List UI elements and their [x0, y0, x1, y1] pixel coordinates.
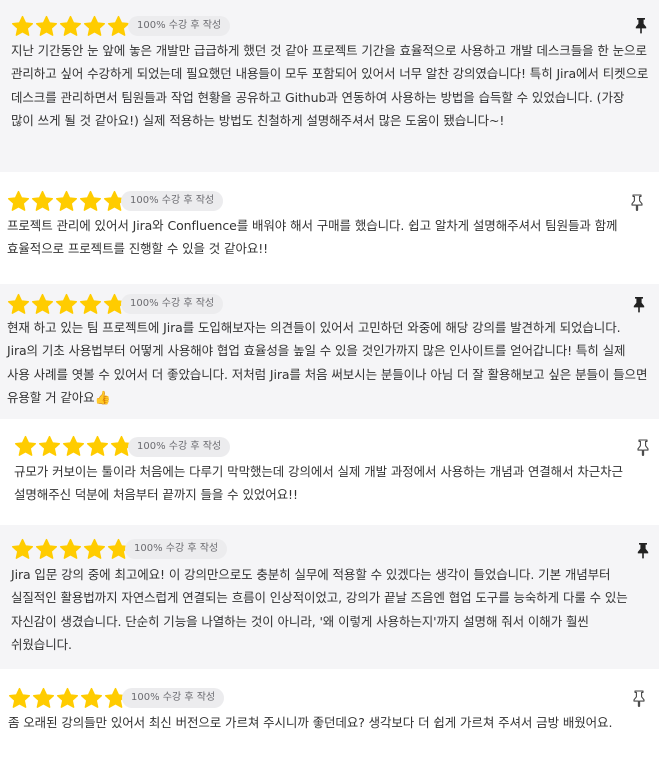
review-text: 프로젝트 관리에 있어서 Jira와 Confluence를 배워야 해서 구매…	[7, 218, 618, 257]
star-icon	[83, 538, 106, 561]
star-icon	[35, 538, 58, 561]
star-icon	[86, 435, 109, 458]
star-icon	[80, 687, 103, 710]
star-icon	[32, 687, 55, 710]
review-text: 지난 기간동안 눈 앞에 놓은 개발만 급급하게 했던 것 같아 프로젝트 기간…	[11, 43, 649, 129]
review-card: 100% 수강 후 작성 지난 기간동안 눈 앞에 놓은 개발만 급급하게 했던…	[0, 0, 659, 172]
star-icon	[31, 293, 54, 316]
status-badge: 100% 수강 후 작성	[128, 437, 231, 457]
review-header: 100% 수강 후 작성	[0, 178, 659, 212]
star-icon	[62, 435, 85, 458]
review-header: 100% 수강 후 작성	[0, 425, 659, 458]
star-icon	[56, 687, 79, 710]
star-icon	[7, 190, 30, 213]
status-badge: 100% 수강 후 작성	[122, 688, 225, 708]
review-header: 100% 수강 후 작성	[0, 525, 659, 559]
star-icon	[11, 15, 34, 38]
star-icon	[11, 538, 34, 561]
status-badge: 100% 수강 후 작성	[125, 539, 228, 559]
star-icon	[55, 293, 78, 316]
star-icon	[7, 293, 30, 316]
star-icon	[38, 435, 61, 458]
review-text: 현재 하고 있는 팀 프로젝트에 Jira를 도입해보자는 의견들이 있어서 고…	[7, 316, 652, 411]
star-icon	[31, 190, 54, 213]
star-rating	[7, 293, 126, 316]
status-badge: 100% 수강 후 작성	[128, 16, 231, 36]
pin-icon[interactable]	[632, 690, 646, 708]
star-rating	[14, 435, 133, 458]
star-icon	[55, 190, 78, 213]
star-rating	[8, 687, 127, 710]
review-text: Jira 입문 강의 중에 최고에요! 이 강의만으로도 충분히 실무에 적용할…	[11, 567, 628, 653]
review-card: 100% 수강 후 작성 현재 하고 있는 팀 프로젝트에 Jira를 도입해보…	[0, 284, 659, 419]
review-card: 100% 수강 후 작성 규모가 커보이는 툴이라 처음에는 다루기 막막했는데…	[0, 425, 659, 519]
star-icon	[83, 15, 106, 38]
star-icon	[8, 687, 31, 710]
star-rating	[7, 190, 126, 213]
pin-icon[interactable]	[632, 296, 646, 313]
pin-icon[interactable]	[636, 439, 650, 457]
review-card: 100% 수강 후 작성 Jira 입문 강의 중에 최고에요! 이 강의만으로…	[0, 525, 659, 669]
review-header: 100% 수강 후 작성	[0, 284, 659, 314]
pin-icon[interactable]	[630, 194, 644, 212]
pin-icon[interactable]	[634, 17, 648, 34]
star-icon	[59, 538, 82, 561]
thumbs-up-emoji: 👍	[94, 391, 111, 407]
review-header: 100% 수강 후 작성	[0, 675, 659, 708]
star-icon	[79, 293, 102, 316]
review-card: 100% 수강 후 작성 프로젝트 관리에 있어서 Jira와 Confluen…	[0, 178, 659, 278]
star-rating	[11, 538, 130, 561]
review-card: 100% 수강 후 작성 좀 오래된 강의들만 있어서 최신 버전으로 가르쳐 …	[0, 675, 659, 766]
star-icon	[79, 190, 102, 213]
status-badge: 100% 수강 후 작성	[121, 294, 224, 314]
star-icon	[14, 435, 37, 458]
review-text: 좀 오래된 강의들만 있어서 최신 버전으로 가르쳐 주시니까 좋던데요? 생각…	[8, 715, 613, 730]
star-icon	[107, 15, 130, 38]
pin-icon[interactable]	[636, 542, 650, 559]
status-badge: 100% 수강 후 작성	[121, 191, 224, 211]
review-text: 규모가 커보이는 툴이라 처음에는 다루기 막막했는데 강의에서 실제 개발 과…	[14, 464, 623, 503]
star-icon	[35, 15, 58, 38]
star-rating	[11, 15, 130, 38]
star-icon	[59, 15, 82, 38]
review-header: 100% 수강 후 작성	[0, 0, 659, 36]
